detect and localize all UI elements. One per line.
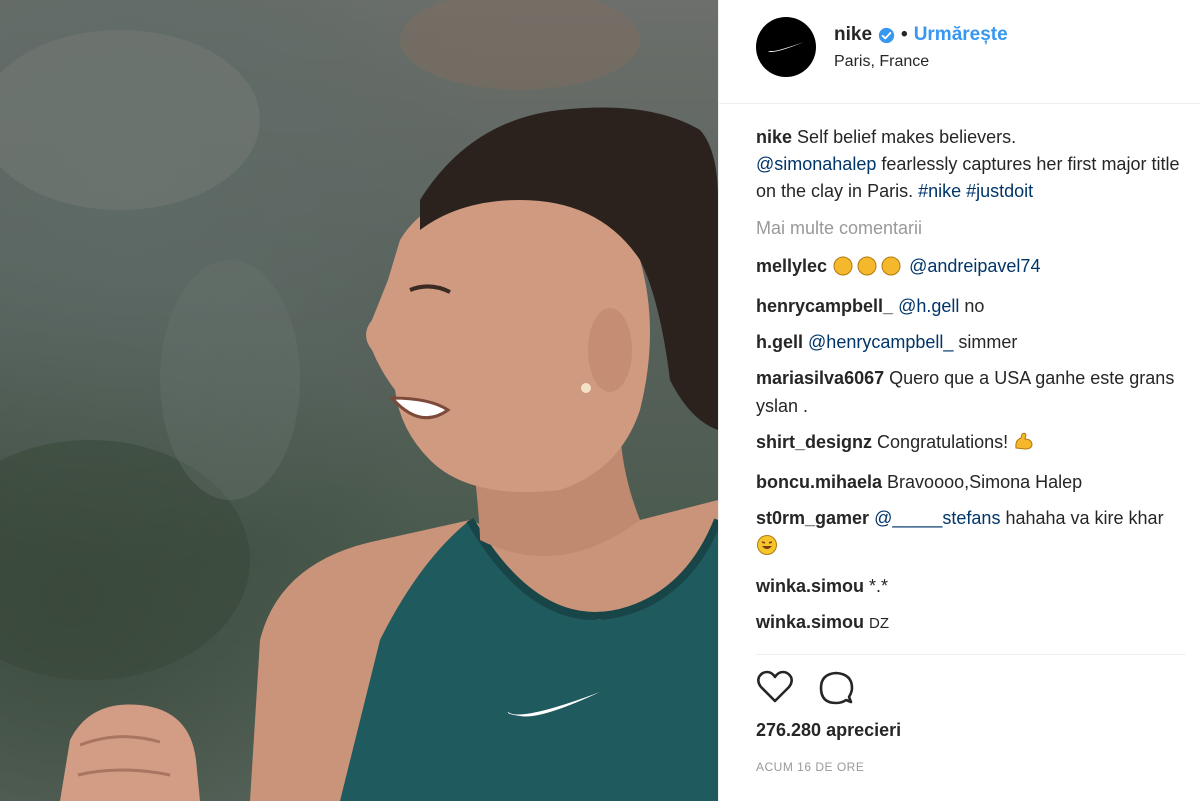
- more-comments-button[interactable]: Mai multe comentarii: [756, 216, 1186, 240]
- comment-item: boncu.mihaela Bravoooo,Simona Halep: [756, 468, 1186, 496]
- comment-item: st0rm_gamer @_____stefans hahaha va kire…: [756, 504, 1186, 564]
- post-caption: nike Self belief makes believers. @simon…: [756, 124, 1186, 205]
- comment-username[interactable]: winka.simou: [756, 576, 864, 596]
- comment-item: winka.simou *.*: [756, 572, 1186, 600]
- comment-item: mariasilva6067 Quero que a USA ganhe est…: [756, 364, 1186, 420]
- avatar[interactable]: [756, 17, 816, 77]
- heart-icon[interactable]: [756, 670, 794, 704]
- comment-text: simmer: [958, 332, 1018, 352]
- comment-item: shirt_designz Congratulations!: [756, 428, 1186, 460]
- flexed-biceps-emoji: [1013, 430, 1035, 460]
- hashtag-nike[interactable]: #nike: [918, 181, 961, 201]
- verified-badge-icon: [878, 27, 895, 43]
- comment-username[interactable]: mariasilva6067: [756, 368, 884, 388]
- photo-illustration: [0, 0, 718, 801]
- comment-username[interactable]: shirt_designz: [756, 432, 872, 452]
- comment-icon[interactable]: [818, 670, 854, 706]
- clapping-hands-emoji: [832, 254, 904, 284]
- hashtag-justdoit[interactable]: #justdoit: [966, 181, 1033, 201]
- caption-mention[interactable]: @simonahalep: [756, 154, 876, 174]
- comment-mention[interactable]: @henrycampbell_: [808, 332, 953, 352]
- comment-username[interactable]: h.gell: [756, 332, 803, 352]
- comment-username[interactable]: boncu.mihaela: [756, 472, 882, 492]
- caption-text-1: Self belief makes believers.: [797, 127, 1017, 147]
- comment-mention[interactable]: @h.gell: [898, 296, 959, 316]
- actions-divider: [756, 654, 1186, 655]
- separator-dot: •: [901, 24, 908, 45]
- post-timestamp[interactable]: ACUM 16 DE ORE: [756, 760, 864, 774]
- header-username[interactable]: nike: [834, 24, 872, 46]
- location-link[interactable]: Paris, France: [834, 53, 929, 71]
- post-photo[interactable]: [0, 0, 718, 801]
- comment-text: no: [964, 296, 985, 316]
- comment-username[interactable]: st0rm_gamer: [756, 508, 869, 528]
- follow-button[interactable]: Urmărește: [914, 24, 1008, 46]
- likes-count[interactable]: 276.280 aprecieri: [756, 720, 901, 741]
- comment-item: h.gell @henrycampbell_ simmer: [756, 328, 1186, 356]
- laughing-emoji: [756, 534, 778, 564]
- comments-section: nike Self belief makes believers. @simon…: [756, 124, 1186, 638]
- comment-text: *.*: [869, 576, 889, 596]
- post-side-panel: nike • Urmărește Paris, France nike Self…: [718, 0, 1200, 801]
- comment-username[interactable]: winka.simou: [756, 612, 864, 632]
- header-line: nike • Urmărește: [834, 24, 1008, 46]
- comment-item: mellylec @andreipavel74: [756, 252, 1186, 284]
- caption-username[interactable]: nike: [756, 127, 792, 147]
- comment-text: hahaha va kire khar: [1005, 508, 1164, 528]
- comment-mention[interactable]: @andreipavel74: [909, 256, 1040, 276]
- comment-item: winka.simou DZ: [756, 608, 1186, 638]
- nike-swoosh-icon: [768, 42, 804, 52]
- comment-mention[interactable]: @_____stefans: [874, 508, 1000, 528]
- post-header: nike • Urmărește Paris, France: [719, 0, 1200, 104]
- comment-text: DZ: [869, 615, 890, 632]
- comment-item: henrycampbell_ @h.gell no: [756, 292, 1186, 320]
- comment-text: Congratulations!: [877, 432, 1009, 452]
- comment-username[interactable]: mellylec: [756, 256, 827, 276]
- post-actions: [756, 670, 854, 706]
- comment-username[interactable]: henrycampbell_: [756, 296, 893, 316]
- comment-text: Bravoooo,Simona Halep: [887, 472, 1083, 492]
